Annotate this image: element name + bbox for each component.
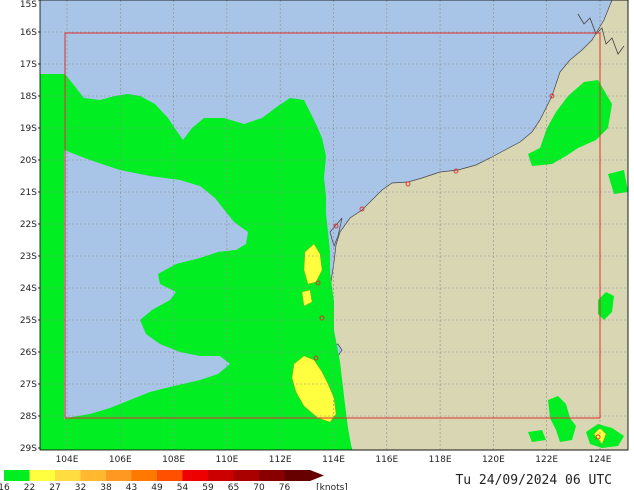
lat-tick-label: 26S	[20, 348, 37, 358]
legend-swatch	[284, 470, 310, 481]
latitude-axis: 15S 16S 17S 18S 19S 20S 21S 22S 23S 24S 25S 26S 27S 2…	[20, 0, 40, 454]
legend-swatch	[259, 470, 285, 481]
legend-swatch	[55, 470, 81, 481]
legend-tick-label: 16	[0, 483, 10, 490]
legend-swatch	[80, 470, 106, 481]
lon-tick-label: 120E	[482, 455, 505, 465]
legend-swatch	[182, 470, 208, 481]
lon-tick-label: 108E	[162, 455, 185, 465]
legend-tick-label: 70	[253, 483, 265, 490]
lat-tick-label: 18S	[20, 92, 37, 102]
lon-tick-label: 116E	[375, 455, 398, 465]
lat-tick-label: 19S	[20, 124, 37, 134]
lat-tick-label: 17S	[20, 60, 37, 70]
legend-tick-label: 38	[100, 483, 112, 490]
lat-tick-label: 25S	[20, 316, 37, 326]
legend-swatch	[208, 470, 234, 481]
legend-tick-label: 32	[75, 483, 86, 490]
lat-tick-label: 29S	[20, 444, 37, 454]
legend-swatch	[29, 470, 55, 481]
lon-tick-label: 110E	[215, 455, 238, 465]
wind-speed-legend: 16 22 27 32 38 43 49 54 59 65 70 76 [knots]	[0, 470, 348, 490]
lon-tick-label: 114E	[322, 455, 345, 465]
lat-tick-label: 24S	[20, 284, 37, 294]
legend-tick-label: 54	[177, 483, 189, 490]
longitude-axis: 104E 106E 108E 110E 112E 114E 116E 118E 120E 122E…	[56, 455, 612, 465]
lat-tick-label: 16S	[20, 28, 37, 38]
legend-swatch	[131, 470, 157, 481]
legend-swatch	[4, 470, 30, 481]
legend-arrow	[310, 470, 324, 481]
lat-tick-label: 23S	[20, 252, 37, 262]
lat-tick-label: 28S	[20, 412, 37, 422]
legend-swatch	[106, 470, 132, 481]
lon-tick-label: 118E	[429, 455, 452, 465]
legend-swatch	[233, 470, 259, 481]
legend-tick-label: 59	[202, 483, 214, 490]
lat-tick-label: 27S	[20, 380, 37, 390]
lon-tick-label: 106E	[109, 455, 132, 465]
legend-tick-label: 76	[279, 483, 291, 490]
legend-tick-label: 49	[151, 483, 163, 490]
legend-unit-label: [knots]	[316, 483, 348, 490]
lat-tick-label: 20S	[20, 156, 37, 166]
lon-tick-label: 122E	[535, 455, 558, 465]
legend-tick-label: 43	[126, 483, 137, 490]
legend-tick-label: 27	[49, 483, 60, 490]
lat-tick-label: 22S	[20, 220, 37, 230]
wind-map: 15S 16S 17S 18S 19S 20S 21S 22S 23S 24S 25S 26S 27S 2…	[0, 0, 629, 490]
lon-tick-label: 112E	[269, 455, 292, 465]
timestamp: Tu 24/09/2024 06 UTC	[455, 473, 612, 488]
lat-tick-label: 15S	[20, 0, 37, 10]
lat-tick-label: 21S	[20, 188, 37, 198]
lon-tick-label: 124E	[589, 455, 612, 465]
lon-tick-label: 104E	[56, 455, 79, 465]
legend-tick-label: 22	[24, 483, 35, 490]
legend-tick-label: 65	[228, 483, 239, 490]
legend-swatch	[157, 470, 183, 481]
